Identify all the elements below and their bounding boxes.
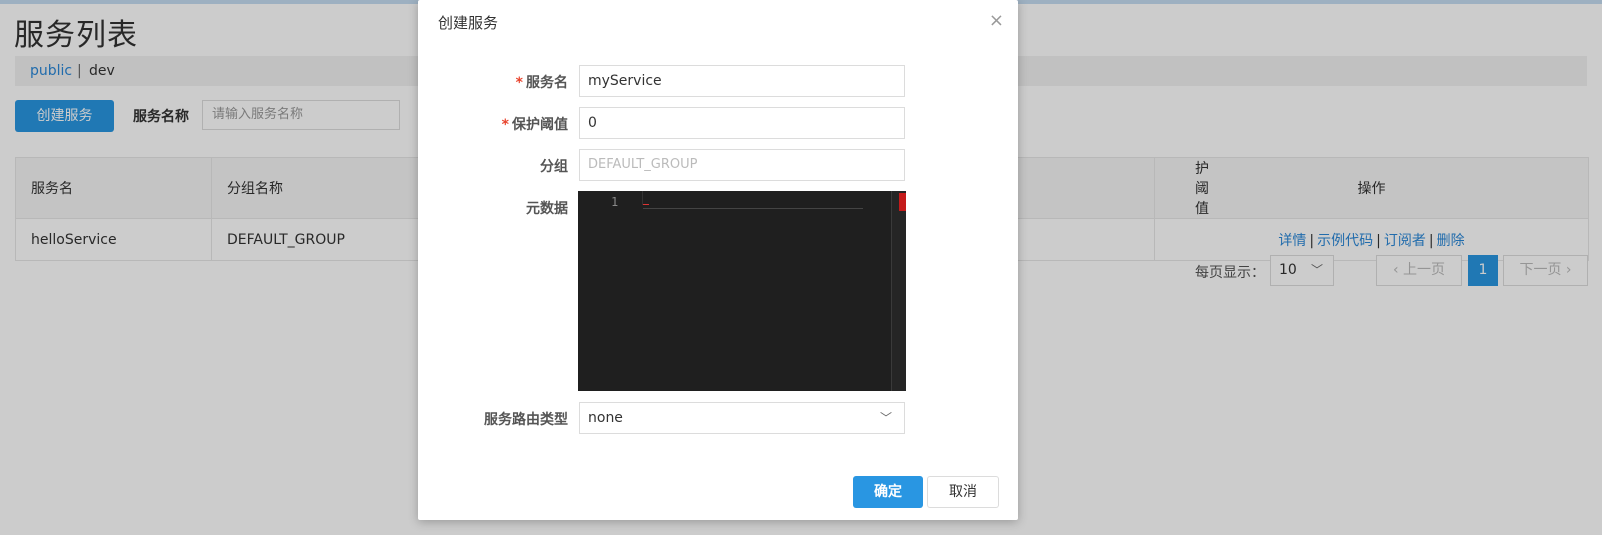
create-service-dialog: 创建服务 × * 服务名 myService * 保护阈值 0 分组 DEFAULT… bbox=[418, 0, 1018, 520]
protect-threshold-input[interactable]: 0 bbox=[579, 107, 905, 139]
selector-type-value: none bbox=[588, 410, 623, 426]
editor-scrollbar[interactable] bbox=[891, 191, 906, 391]
editor-scrollbar-thumb[interactable] bbox=[899, 193, 906, 211]
metadata-label: 元数据 bbox=[526, 201, 568, 217]
chevron-down-icon: ﹀ bbox=[879, 411, 892, 425]
close-icon[interactable]: × bbox=[989, 10, 1004, 31]
required-mark: * bbox=[501, 117, 509, 133]
service-name-label: * 服务名 bbox=[515, 75, 568, 91]
group-input[interactable]: DEFAULT_GROUP bbox=[579, 149, 905, 181]
editor-gutter bbox=[642, 191, 643, 205]
cancel-button[interactable]: 取消 bbox=[927, 476, 999, 508]
required-mark: * bbox=[515, 75, 523, 91]
group-label: 分组 bbox=[540, 159, 568, 175]
selector-type-label: 服务路由类型 bbox=[484, 412, 568, 428]
metadata-code-editor[interactable]: 1 bbox=[578, 191, 906, 391]
service-name-input[interactable]: myService bbox=[579, 65, 905, 97]
protect-threshold-label: * 保护阈值 bbox=[501, 117, 568, 133]
confirm-button[interactable]: 确定 bbox=[853, 476, 923, 508]
editor-line-number: 1 bbox=[611, 195, 619, 209]
editor-cursor bbox=[643, 204, 649, 208]
selector-type-select[interactable]: none ﹀ bbox=[579, 402, 905, 434]
dialog-title: 创建服务 bbox=[438, 14, 499, 32]
editor-active-line bbox=[643, 208, 863, 209]
